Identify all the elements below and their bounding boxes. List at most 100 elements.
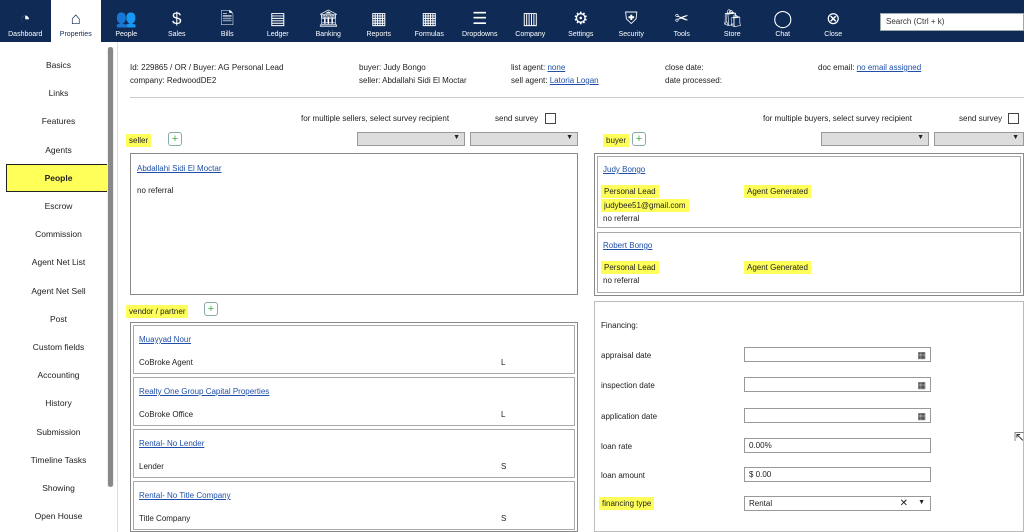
vendor-name-link[interactable]: Rental- No Lender [139,439,204,448]
sidebar-item-agents[interactable]: Agents [0,136,117,164]
seller-survey-select-2[interactable] [470,132,578,146]
nav-banking[interactable]: 🏛 Banking [303,0,354,42]
chevron-down-icon[interactable]: ▼ [918,499,925,506]
nav-reports[interactable]: ▦ Reports [354,0,405,42]
sidebar-item-escrow[interactable]: Escrow [0,192,117,220]
nav-security[interactable]: ⛨ Security [606,0,657,42]
vendor-name-link[interactable]: Rental- No Title Company [139,491,231,500]
sidebar-item-features[interactable]: Features [0,107,117,135]
shield-icon: ⛨ [624,9,638,28]
seller-send-survey-checkbox[interactable] [545,113,556,124]
calendar-icon[interactable]: ▦ [917,411,926,422]
nav-dashboard[interactable]: ◔ Dashboard [0,0,51,42]
bag-icon: 🛍 [721,9,744,28]
seller-survey-select-1[interactable] [357,132,465,146]
vendor-role: Lender [139,462,164,471]
property-id-line: Id: 229865 / OR / Buyer: AG Personal Lea… [130,63,284,72]
vendor-name-link[interactable]: Realty One Group Capital Properties [139,387,269,396]
nav-label: Company [515,31,546,38]
nav-label: Properties [59,31,92,38]
seller-section-label: seller [126,134,152,147]
seller-panel: Abdallahi Sidi El Moctar no referral [130,153,578,295]
bill-icon: 🗎 [220,9,235,28]
seller-name-link[interactable]: Abdallahi Sidi El Moctar [137,164,221,173]
sidebar-item-custom-fields[interactable]: Custom fields [0,333,117,361]
nav-dropdowns[interactable]: ☰ Dropdowns [455,0,506,42]
list-icon: ☰ [472,9,488,28]
buyer-survey-select-2[interactable] [934,132,1024,146]
nav-label: Reports [366,31,391,38]
buyer-name-link[interactable]: Judy Bongo [603,165,645,174]
sidebar-item-agent-net-list[interactable]: Agent Net List [0,248,117,276]
sidebar-item-people[interactable]: People [6,163,111,192]
main-content: Id: 229865 / OR / Buyer: AG Personal Lea… [118,42,1024,532]
list-agent-link[interactable]: none [547,63,565,72]
sidebar-item-showing[interactable]: Showing [0,474,117,502]
buyer-card: Robert Bongo Personal Lead Agent Generated… [597,232,1021,293]
loan-rate-label: loan rate [601,442,633,451]
nav-label: Sales [167,31,186,38]
nav-ledger[interactable]: ▤ Ledger [253,0,304,42]
nav-formulas[interactable]: ▦ Formulas [404,0,455,42]
sidebar-item-timeline-tasks[interactable]: Timeline Tasks [0,446,117,474]
sidebar-item-submission[interactable]: Submission [0,417,117,445]
buyer-lead-type: Personal Lead [601,185,659,198]
sidebar-item-commission[interactable]: Commission [0,220,117,248]
buyer-survey-select-1[interactable] [821,132,929,146]
financing-panel: Financing: appraisal date ▦ inspection d… [594,301,1024,532]
nav-people[interactable]: 👥 People [101,0,152,42]
sell-agent-link[interactable]: Latoria Logan [550,76,599,85]
vendor-code: S [501,462,507,471]
ledger-icon: ▤ [269,9,286,28]
nav-close[interactable]: ⊗ Close [808,0,859,42]
sidebar-item-agent-net-sell[interactable]: Agent Net Sell [0,277,117,305]
application-date-input[interactable]: ▦ [744,408,931,423]
buyer-send-survey-label: send survey [959,114,1003,123]
buyer-send-survey-checkbox[interactable] [1008,113,1019,124]
financing-type-select[interactable]: Rental ✕ ▼ [744,496,931,511]
search-input[interactable]: Search (Ctrl + k) [880,13,1024,31]
loan-amount-label: loan amount [601,471,646,480]
nav-chat[interactable]: ◯ Chat [758,0,809,42]
buyer-panel: Judy Bongo Personal Lead Agent Generated ju… [594,153,1024,296]
sellers-survey-text: for multiple sellers, select survey reci… [301,114,450,123]
vendor-role: CoBroke Agent [139,358,193,367]
close-date: close date: [665,63,704,72]
sidebar-item-post[interactable]: Post [0,305,117,333]
sidebar-item-basics[interactable]: Basics [0,51,117,79]
nav-sales[interactable]: $ Sales [152,0,203,42]
appraisal-date-input[interactable]: ▦ [744,347,931,362]
sidebar-item-history[interactable]: History [0,389,117,417]
loan-rate-input[interactable]: 0.00% [744,438,931,453]
vendor-panel: Muayyad Nour CoBroke Agent L Realty One Gro… [130,322,578,532]
doc-email-link[interactable]: no email assigned [857,63,921,72]
nav-settings[interactable]: ⚙ Settings [556,0,607,42]
clear-icon[interactable]: ✕ [900,498,908,509]
add-buyer-button[interactable]: + [632,132,646,146]
sidebar-item-links[interactable]: Links [0,79,117,107]
vendor-role: Title Company [139,514,191,523]
vendor-name-link[interactable]: Muayyad Nour [139,335,191,344]
nav-bills[interactable]: 🗎 Bills [202,0,253,42]
nav-properties[interactable]: ⌂ Properties [50,0,101,42]
buyer-line: buyer: Judy Bongo [359,63,426,72]
report-icon: ▦ [370,9,387,28]
calculator-icon: ▦ [421,9,438,28]
nav-store[interactable]: 🛍 Store [707,0,758,42]
chat-icon: ◯ [773,9,793,28]
vendor-code: L [501,410,506,419]
home-icon: ⌂ [70,9,81,28]
calendar-icon[interactable]: ▦ [917,350,926,361]
sidebar-scrollbar-thumb[interactable] [108,47,113,487]
nav-label: Bills [220,31,234,38]
nav-tools[interactable]: ✂ Tools [657,0,708,42]
buyer-name-link[interactable]: Robert Bongo [603,241,652,250]
inspection-date-input[interactable]: ▦ [744,377,931,392]
add-vendor-button[interactable]: + [204,302,218,316]
nav-company[interactable]: ▥ Company [505,0,556,42]
sidebar-item-accounting[interactable]: Accounting [0,361,117,389]
loan-amount-input[interactable]: $ 0.00 [744,467,931,482]
calendar-icon[interactable]: ▦ [917,380,926,391]
add-seller-button[interactable]: + [168,132,182,146]
sidebar-item-open-house[interactable]: Open House [0,502,117,530]
